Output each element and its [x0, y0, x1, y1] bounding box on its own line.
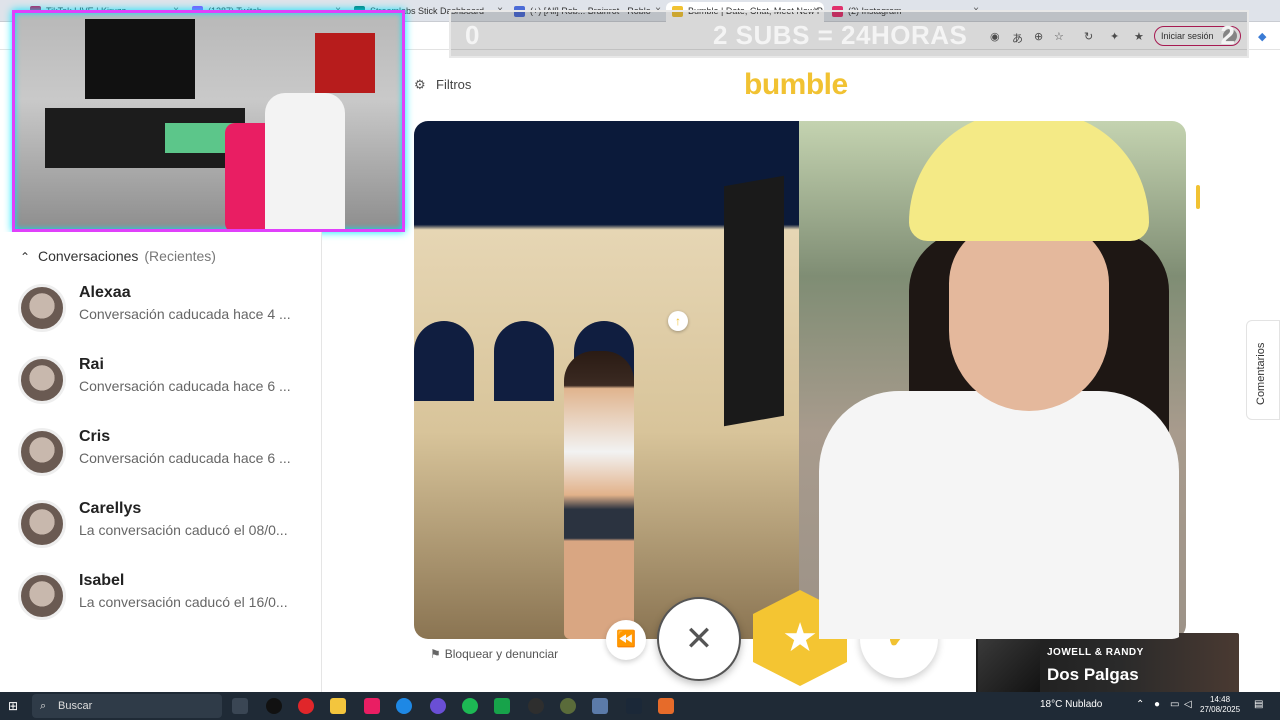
system-clock[interactable]: 14:48 27/08/2025 [1200, 695, 1240, 715]
report-link[interactable]: ⚑ Bloquear y denunciar [430, 647, 558, 661]
volume-icon[interactable]: ◁ [1184, 699, 1192, 710]
task-view-icon[interactable] [232, 698, 248, 714]
photo-arch [414, 321, 474, 401]
chevron-up-icon[interactable]: ⌃ [1136, 699, 1144, 710]
rewind-button[interactable]: ⏪ [606, 620, 646, 660]
photo-person [564, 351, 634, 639]
flag-icon: ⚑ [430, 647, 441, 661]
conversation-name: Isabel [79, 572, 125, 589]
close-icon: ✕ [684, 619, 714, 659]
now-playing-artist: JOWELL & RANDY [1047, 647, 1144, 658]
conversation-status: Conversación caducada hace 6 ... [79, 450, 291, 466]
avatar [18, 428, 66, 476]
tiktok-icon[interactable] [266, 698, 282, 714]
opera-icon[interactable] [298, 698, 314, 714]
calculator-icon[interactable] [592, 698, 608, 714]
network-icon[interactable]: ▭ [1170, 699, 1179, 710]
bumble-logo[interactable]: bumble [744, 68, 848, 102]
photo-scroll-indicator[interactable] [1196, 185, 1200, 209]
weather-widget[interactable]: 18°C Nublado [1040, 699, 1102, 710]
conversation-item[interactable]: Alexaa Conversación caducada hace 4 ... [18, 282, 318, 338]
overlay-right-count: 2 [1220, 20, 1235, 50]
now-playing-widget: JOWELL & RANDY Dos Palgas [976, 633, 1239, 695]
photo-sign [724, 175, 784, 427]
conversation-name: Rai [79, 356, 104, 373]
discord-icon[interactable] [430, 698, 446, 714]
spotify-icon[interactable] [462, 698, 478, 714]
conversations-header[interactable]: ⌃ Conversaciones (Recientes) [20, 248, 216, 264]
conversations-panel: ⌃ Conversaciones (Recientes) Alexaa Conver… [0, 232, 322, 692]
conversation-status: Conversación caducada hace 6 ... [79, 378, 291, 394]
expand-arrow-icon[interactable]: ↑ [668, 311, 688, 331]
copilot-icon[interactable]: ◆ [1258, 30, 1266, 43]
sliders-icon: ⚙ [414, 77, 426, 92]
avatar [18, 356, 66, 404]
overlay-goal-text: 2 SUBS = 24HORAS [713, 20, 968, 50]
profile-photo-left [414, 121, 799, 639]
profile-photo-right [799, 121, 1186, 639]
tiktok-live-icon[interactable] [364, 698, 380, 714]
chevron-up-icon[interactable]: ⌃ [20, 250, 38, 264]
pass-button[interactable]: ✕ [657, 597, 741, 681]
conversation-status: La conversación caducó el 16/0... [79, 594, 288, 610]
windows-taskbar: ⊞ ⌕ Buscar 18°C Nublado ⌃ ● ▭ ◁ 14:48 27/0… [0, 692, 1280, 720]
photo-shirt [819, 391, 1179, 639]
star-icon: ★ [782, 616, 818, 660]
notifications-icon[interactable]: ▤ [1254, 699, 1263, 710]
taskbar-search[interactable]: ⌕ Buscar [32, 694, 222, 718]
photo-face [949, 221, 1109, 411]
photo-cap [909, 121, 1149, 241]
microphone-icon[interactable]: ● [1154, 699, 1160, 710]
conversation-item[interactable]: Rai Conversación caducada hace 6 ... [18, 354, 318, 410]
conversation-name: Cris [79, 428, 111, 445]
conversation-name: Alexaa [79, 284, 131, 301]
overlay-left-count: 0 [465, 20, 480, 50]
edge-icon[interactable] [396, 698, 412, 714]
steam-icon[interactable] [626, 698, 642, 714]
folder-icon[interactable] [330, 698, 346, 714]
windows-start-icon[interactable]: ⊞ [8, 699, 22, 713]
search-icon: ⌕ [40, 700, 47, 712]
app-icon[interactable] [560, 698, 576, 714]
conversation-item[interactable]: Cris Conversación caducada hace 6 ... [18, 426, 318, 482]
filters-button[interactable]: ⚙ Filtros [414, 77, 471, 93]
conversation-item[interactable]: Isabel La conversación caducó el 16/0... [18, 570, 318, 626]
webcam-feed [12, 10, 405, 232]
streamlabs-icon[interactable] [494, 698, 510, 714]
avatar [18, 500, 66, 548]
photo-arch [494, 321, 554, 401]
webcam-tv [85, 19, 195, 99]
webcam-wall-art [315, 33, 375, 93]
stream-goal-overlay: 0 2 SUBS = 24HORAS 2 [449, 10, 1249, 58]
comments-tab[interactable]: Comentarios [1246, 320, 1280, 420]
conversation-item[interactable]: Carellys La conversación caducó el 08/0.… [18, 498, 318, 554]
app-icon[interactable] [658, 698, 674, 714]
now-playing-song: Dos Palgas [1047, 665, 1139, 684]
avatar [18, 572, 66, 620]
webcam-gaming-chair [265, 93, 345, 229]
album-art [978, 635, 1040, 693]
conversation-status: Conversación caducada hace 4 ... [79, 306, 291, 322]
obs-icon[interactable] [528, 698, 544, 714]
profile-photo-card[interactable] [414, 121, 1186, 639]
avatar [18, 284, 66, 332]
rewind-icon: ⏪ [616, 631, 636, 648]
conversation-name: Carellys [79, 500, 142, 517]
conversation-status: La conversación caducó el 08/0... [79, 522, 288, 538]
